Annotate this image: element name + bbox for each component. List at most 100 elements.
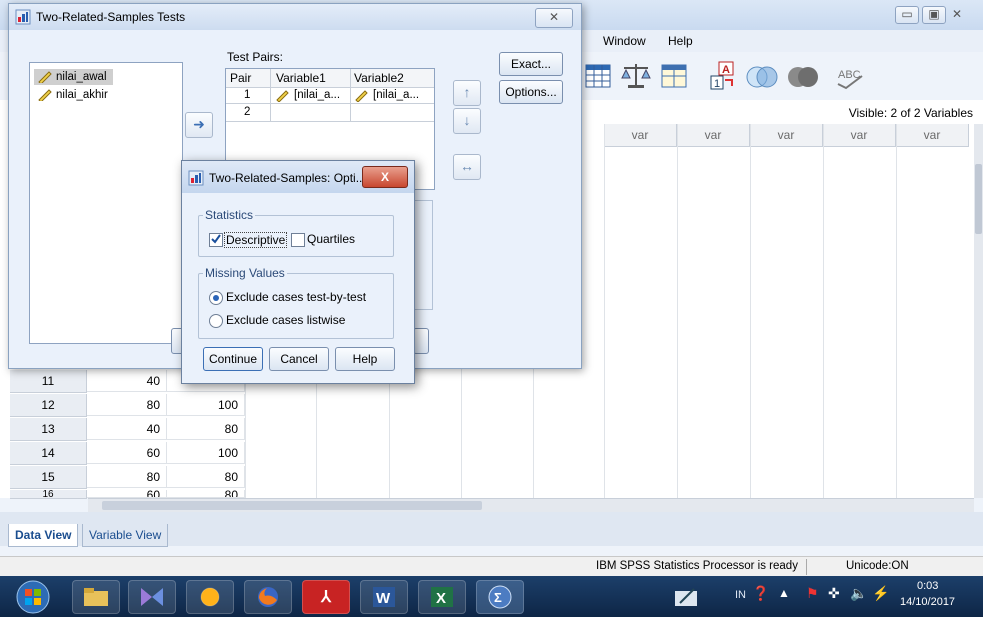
sun-app-icon[interactable]: [186, 580, 234, 614]
pair-number[interactable]: 2: [244, 106, 250, 118]
power-icon[interactable]: ⚡: [872, 585, 889, 602]
quartiles-label[interactable]: Quartiles: [307, 232, 355, 246]
spheres-icon[interactable]: [786, 62, 820, 92]
vertical-scrollbar[interactable]: [974, 124, 983, 498]
column-header-var[interactable]: var: [896, 124, 969, 147]
descriptive-label[interactable]: Descriptive: [224, 232, 288, 248]
volume-icon[interactable]: 🔈: [850, 585, 867, 602]
language-indicator[interactable]: IN: [735, 589, 746, 601]
row-number[interactable]: 15: [10, 466, 87, 489]
scale-ruler-icon: [38, 71, 52, 83]
media-app-icon[interactable]: [128, 580, 176, 614]
cell-nilai-akhir[interactable]: 100: [167, 442, 245, 464]
move-down-button[interactable]: ↓: [453, 108, 481, 134]
minimize-button[interactable]: ▭: [895, 6, 919, 24]
exclude-listwise-radio[interactable]: [209, 314, 223, 328]
network-icon[interactable]: ⚑: [806, 585, 819, 602]
move-up-button[interactable]: ↑: [453, 80, 481, 106]
grid-line: [533, 367, 534, 498]
value-labels-icon[interactable]: A 1: [708, 60, 738, 92]
firefox-icon[interactable]: [244, 580, 292, 614]
cell-nilai-awal[interactable]: 80: [87, 466, 167, 488]
pen-tablet-icon[interactable]: [662, 580, 710, 614]
clock-time[interactable]: 0:03: [917, 580, 938, 592]
column-header-var[interactable]: var: [677, 124, 750, 147]
venn-sets-icon[interactable]: [745, 62, 779, 92]
reset-button[interactable]: [413, 328, 429, 354]
column-header-var[interactable]: var: [750, 124, 823, 147]
cell-nilai-awal[interactable]: 40: [87, 418, 167, 440]
grid-line: [604, 124, 605, 498]
exclude-test-by-test-radio[interactable]: [209, 291, 223, 305]
weight-scale-icon[interactable]: [620, 60, 652, 90]
cell-nilai-akhir[interactable]: 80: [167, 490, 245, 498]
row-number[interactable]: 16: [10, 490, 87, 499]
column-header-var[interactable]: var: [604, 124, 677, 147]
options-button[interactable]: Options...: [499, 80, 563, 104]
pair-variable2[interactable]: [nilai_a...: [373, 89, 419, 101]
grid-line: [677, 124, 678, 498]
move-right-button[interactable]: ➜: [185, 112, 213, 138]
list-item[interactable]: nilai_awal: [34, 69, 113, 85]
word-icon[interactable]: W: [360, 580, 408, 614]
spss-icon[interactable]: Σ: [476, 580, 524, 614]
dialog-titlebar[interactable]: Two-Related-Samples Tests ✕: [9, 4, 581, 30]
pair-number[interactable]: 1: [244, 89, 250, 101]
help-button[interactable]: Help: [335, 347, 395, 371]
tray-app-icon[interactable]: ✜: [828, 585, 840, 602]
cell-nilai-awal[interactable]: 80: [87, 394, 167, 416]
close-icon[interactable]: ✕: [535, 8, 573, 28]
pair-variable1[interactable]: [nilai_a...: [294, 89, 340, 101]
exact-button[interactable]: Exact...: [499, 52, 563, 76]
radio-dot: [213, 295, 219, 301]
options-dialog: Two-Related-Samples: Opti... X Statistic…: [181, 160, 415, 384]
scale-ruler-icon: [38, 89, 52, 101]
exclude-listwise-label[interactable]: Exclude cases listwise: [226, 313, 345, 327]
scroll-thumb[interactable]: [102, 501, 482, 510]
menu-help[interactable]: Help: [668, 34, 693, 48]
svg-text:W: W: [376, 590, 391, 607]
maximize-button[interactable]: ▣: [922, 6, 946, 24]
horizontal-scrollbar[interactable]: [88, 498, 974, 513]
cell-nilai-akhir[interactable]: 100: [167, 394, 245, 416]
spell-check-icon[interactable]: ABC: [834, 62, 868, 90]
grid-data-icon[interactable]: [584, 62, 612, 90]
grid-line: [316, 367, 317, 498]
row-number[interactable]: 13: [10, 418, 87, 441]
cell-nilai-awal[interactable]: 60: [87, 490, 167, 498]
options-dialog-titlebar[interactable]: Two-Related-Samples: Opti... X: [182, 161, 414, 193]
scale-ruler-icon: [276, 90, 289, 102]
help-icon[interactable]: ❓: [752, 585, 769, 602]
cell-nilai-awal[interactable]: 60: [87, 442, 167, 464]
dialog-title: Two-Related-Samples Tests: [36, 10, 186, 24]
tab-data-view[interactable]: Data View: [8, 524, 79, 547]
cell-nilai-awal[interactable]: 40: [87, 370, 167, 392]
clock-date[interactable]: 14/10/2017: [900, 596, 955, 608]
excel-icon[interactable]: X: [418, 580, 466, 614]
pdf-reader-icon[interactable]: ⅄: [302, 580, 350, 614]
test-pairs-label: Test Pairs:: [227, 50, 284, 64]
menu-window[interactable]: Window: [603, 34, 646, 48]
exclude-test-by-test-label[interactable]: Exclude cases test-by-test: [226, 290, 366, 304]
list-item[interactable]: nilai_akhir: [34, 87, 114, 103]
close-icon[interactable]: ✕: [952, 7, 962, 21]
column-header-var[interactable]: var: [823, 124, 896, 147]
row-number[interactable]: 11: [10, 370, 87, 393]
windows-start-icon[interactable]: [14, 579, 52, 615]
cell-nilai-akhir[interactable]: 80: [167, 418, 245, 440]
tray-arrow-icon[interactable]: ▲: [778, 586, 790, 600]
swap-button[interactable]: ↔: [453, 154, 481, 180]
tab-variable-view[interactable]: Variable View: [82, 524, 169, 547]
cancel-button[interactable]: Cancel: [269, 347, 329, 371]
variable-list[interactable]: nilai_awal nilai_akhir: [29, 62, 183, 344]
cell-nilai-akhir[interactable]: 80: [167, 466, 245, 488]
table-icon[interactable]: [660, 62, 688, 90]
descriptive-checkbox[interactable]: [209, 233, 223, 247]
row-number[interactable]: 12: [10, 394, 87, 417]
quartiles-checkbox[interactable]: [291, 233, 305, 247]
continue-button[interactable]: Continue: [203, 347, 263, 371]
close-icon[interactable]: X: [362, 166, 408, 188]
scroll-thumb[interactable]: [975, 164, 982, 234]
file-explorer-icon[interactable]: [72, 580, 120, 614]
row-number[interactable]: 14: [10, 442, 87, 465]
